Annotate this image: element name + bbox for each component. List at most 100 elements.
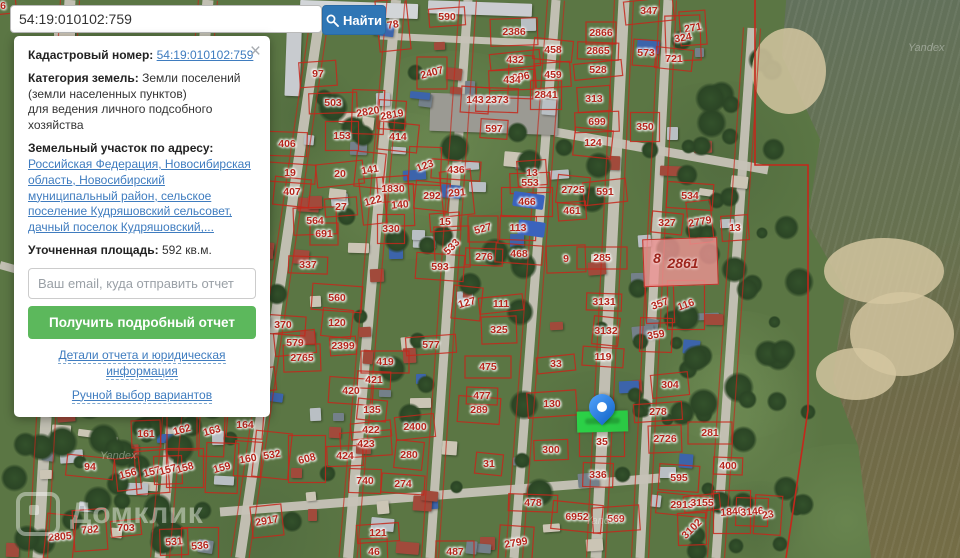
parcel-label[interactable]: 20: [334, 168, 346, 180]
parcel-label[interactable]: 313: [585, 93, 603, 105]
parcel-label[interactable]: 1830: [381, 183, 404, 195]
parcel-label[interactable]: 2779: [687, 214, 712, 230]
parcel-label[interactable]: 593: [431, 261, 449, 273]
parcel-label[interactable]: 595: [670, 472, 688, 484]
parcel-label[interactable]: 123: [415, 157, 436, 174]
parcel-label[interactable]: 127: [457, 295, 477, 311]
parcel-label[interactable]: 478: [524, 497, 542, 509]
close-icon[interactable]: ×: [250, 42, 261, 61]
map-viewport[interactable]: 6 97 503 153 2820 2819 414 78 590 2386 2407 296 143 4…: [0, 0, 960, 558]
parcel-label[interactable]: 2866: [589, 27, 612, 39]
parcel-label[interactable]: 597: [485, 123, 503, 135]
parcel-label[interactable]: 487: [446, 546, 464, 558]
parcel-label[interactable]: 6952: [565, 511, 588, 523]
parcel-label[interactable]: 291: [448, 186, 467, 199]
parcel-label[interactable]: 461: [563, 205, 581, 217]
parcel-label[interactable]: 285: [593, 252, 611, 264]
parcel-label[interactable]: 424: [336, 450, 354, 462]
parcel-label[interactable]: 569: [607, 513, 625, 525]
parcel-label[interactable]: 420: [342, 385, 360, 397]
parcel-label[interactable]: 164: [236, 419, 254, 431]
parcel-label[interactable]: 325: [490, 324, 508, 336]
parcel-label[interactable]: 468: [510, 248, 528, 260]
parcel-label[interactable]: 2399: [331, 340, 354, 352]
parcel-label[interactable]: 2917: [254, 513, 279, 529]
building-parcel-label[interactable]: 8: [653, 250, 661, 266]
parcel-label[interactable]: 560: [328, 292, 346, 304]
parcel-label[interactable]: 359: [646, 328, 665, 343]
parcel-label[interactable]: 534: [681, 190, 699, 202]
parcel-label[interactable]: 300: [542, 444, 560, 456]
parcel-label[interactable]: 281: [701, 427, 719, 439]
parcel-label[interactable]: 94: [84, 461, 96, 473]
parcel-label[interactable]: 276: [475, 251, 493, 263]
report-details-link[interactable]: Детали отчета и юридическая информация: [28, 347, 256, 380]
parcel-label[interactable]: 2865: [586, 45, 609, 57]
parcel-label[interactable]: 2726: [653, 433, 676, 445]
parcel-label[interactable]: 3155: [690, 497, 713, 509]
parcel-label[interactable]: 740: [356, 475, 374, 487]
parcel-label[interactable]: 527: [473, 221, 493, 237]
parcel-label[interactable]: 153: [333, 130, 351, 142]
parcel-label[interactable]: 532: [262, 448, 281, 463]
parcel-label[interactable]: 2407: [419, 64, 445, 82]
parcel-label[interactable]: 304: [661, 379, 679, 391]
parcel-label[interactable]: 590: [438, 11, 456, 23]
parcel-label[interactable]: 2820: [355, 104, 380, 120]
parcel-label[interactable]: 9: [563, 253, 569, 265]
parcel-label[interactable]: 414: [389, 131, 407, 143]
parcel-label[interactable]: 327: [658, 217, 676, 229]
parcel-label[interactable]: 533: [442, 237, 463, 258]
parcel-label[interactable]: 2819: [379, 107, 404, 123]
parcel-label[interactable]: 721: [665, 53, 683, 65]
parcel-label[interactable]: 111: [493, 298, 509, 310]
parcel-label[interactable]: 407: [283, 186, 301, 198]
parcel-label[interactable]: 135: [363, 404, 381, 416]
parcel-label[interactable]: 97: [312, 68, 324, 80]
parcel-label[interactable]: 691: [315, 228, 333, 240]
parcel-label[interactable]: 19: [284, 167, 296, 179]
parcel-label[interactable]: 13: [729, 222, 741, 234]
parcel-label[interactable]: 591: [596, 186, 614, 198]
parcel-label[interactable]: 2841: [534, 89, 557, 101]
parcel-label[interactable]: 23: [761, 508, 775, 522]
parcel-label[interactable]: 406: [278, 138, 296, 150]
parcel-label[interactable]: 113: [510, 222, 527, 234]
parcel-label[interactable]: 436: [447, 164, 465, 176]
parcel-label[interactable]: 33: [550, 358, 562, 370]
parcel-label[interactable]: 459: [544, 69, 562, 81]
parcel-label[interactable]: 337: [299, 259, 317, 271]
parcel-label[interactable]: 289: [470, 404, 488, 416]
parcel-label[interactable]: 15: [439, 216, 451, 228]
parcel-label[interactable]: 3146: [740, 505, 764, 519]
parcel-label[interactable]: 130: [543, 398, 561, 410]
find-button[interactable]: Найти: [322, 5, 386, 35]
parcel-label[interactable]: 477: [473, 390, 491, 402]
parcel-label[interactable]: 330: [382, 223, 400, 235]
email-input[interactable]: [28, 267, 256, 299]
parcel-label[interactable]: 421: [365, 374, 383, 386]
parcel-label[interactable]: 432: [506, 54, 524, 66]
building-parcel-label[interactable]: 2861: [667, 255, 698, 271]
parcel-label[interactable]: 143: [466, 94, 484, 106]
parcel-label[interactable]: 475: [479, 361, 497, 373]
parcel-label[interactable]: 336: [589, 469, 607, 481]
parcel-label[interactable]: 579: [286, 337, 304, 349]
parcel-label[interactable]: 162: [172, 422, 192, 438]
parcel-label[interactable]: 577: [422, 339, 440, 351]
parcel-label[interactable]: 350: [636, 121, 654, 133]
parcel-label[interactable]: 434: [503, 74, 521, 86]
parcel-label[interactable]: 347: [640, 5, 658, 17]
parcel-label[interactable]: 608: [297, 451, 317, 467]
parcel-label[interactable]: 78: [386, 18, 400, 32]
parcel-label[interactable]: 2799: [503, 535, 528, 551]
parcel-label[interactable]: 122: [363, 193, 383, 209]
get-report-button[interactable]: Получить подробный отчет: [28, 305, 256, 339]
address-link[interactable]: Российская Федерация, Новосибирская обла…: [28, 157, 251, 234]
parcel-label[interactable]: 324: [673, 31, 692, 46]
parcel-label[interactable]: 6: [0, 0, 6, 12]
parcel-label[interactable]: 141: [360, 163, 379, 178]
parcel-label[interactable]: 124: [584, 137, 602, 149]
parcel-label[interactable]: 2805: [48, 530, 72, 544]
parcel-label[interactable]: 27: [335, 201, 347, 213]
